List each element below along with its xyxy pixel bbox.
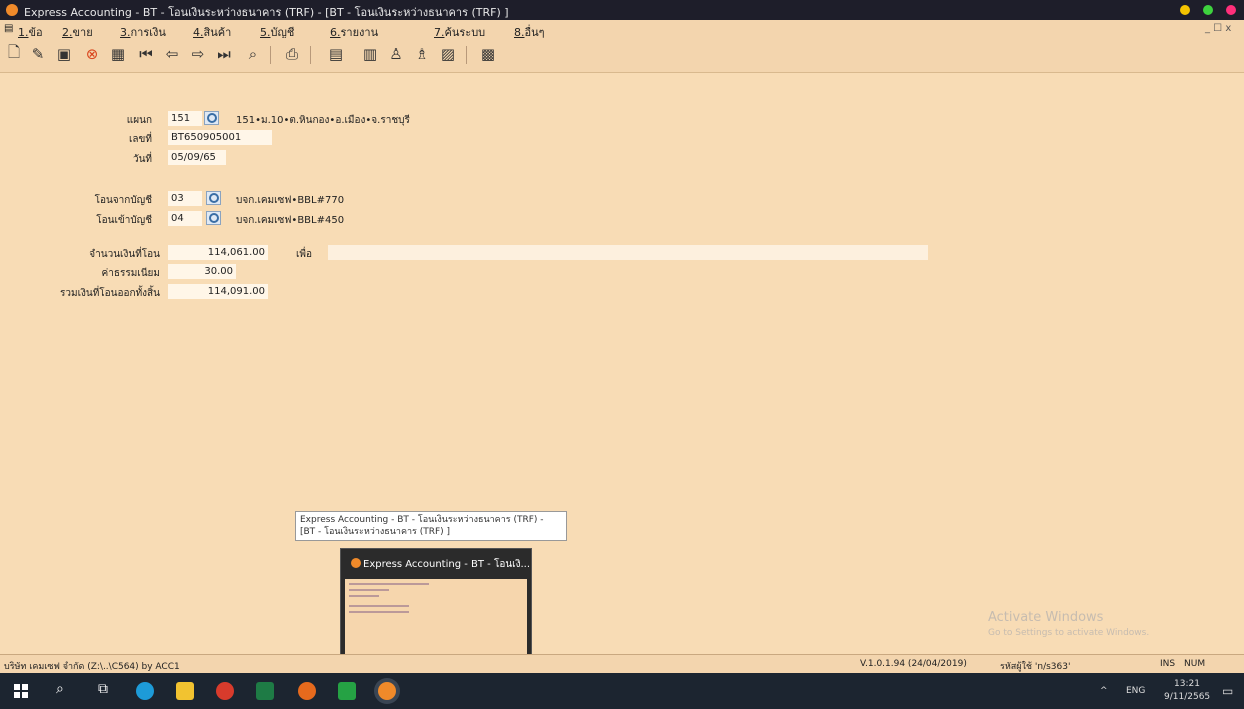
new-doc-icon[interactable]: 🗋 bbox=[4, 43, 24, 64]
next-record-icon[interactable]: ⇨ bbox=[188, 44, 208, 64]
delete-icon[interactable]: ⊗ bbox=[82, 44, 102, 64]
date-field[interactable]: 05/09/65 bbox=[168, 150, 226, 165]
mdi-window-buttons[interactable]: _ ☐ x bbox=[1205, 23, 1231, 34]
windows-taskbar: ⌕ ⧉ ^ ENG 13:21 9/11/2565 ▭ bbox=[0, 673, 1244, 709]
purpose-label: เพื่อ bbox=[296, 249, 313, 260]
preview-title-text: Express Accounting - BT - โอนเงิ... bbox=[363, 559, 531, 570]
amount-label: จำนวนเงินที่โอน bbox=[89, 249, 160, 260]
people-icon[interactable]: ♙ bbox=[386, 44, 406, 64]
menu-icon[interactable]: ▤ bbox=[4, 23, 13, 34]
status-bar: บริษัท เคมเซฟ จำกัด (Z:\..\C564) by ACC1… bbox=[0, 654, 1244, 674]
status-user: รหัสผู้ใช้ 'n/s363' bbox=[1000, 662, 1071, 672]
preview-title: Express Accounting - BT - โอนเงิ... bbox=[351, 557, 531, 572]
total-label: รวมเงินที่โอนออกทั้งสิ้น bbox=[60, 288, 160, 299]
minimize-dot-icon[interactable] bbox=[1180, 5, 1190, 15]
from-account-lookup-icon[interactable] bbox=[206, 191, 221, 205]
chrome-icon[interactable] bbox=[216, 682, 234, 700]
task-view-icon[interactable]: ⧉ bbox=[98, 681, 108, 697]
express-accounting-taskbar-icon[interactable] bbox=[378, 682, 396, 700]
fee-label: ค่าธรรมเนียม bbox=[101, 268, 160, 279]
start-icon[interactable] bbox=[14, 684, 28, 698]
edge-icon[interactable] bbox=[136, 682, 154, 700]
branch-description: 151•ม.10•ต.หินกอง•อ.เมือง•จ.ราชบุรี bbox=[236, 115, 410, 126]
window-title: Express Accounting - BT - โอนเงินระหว่าง… bbox=[24, 6, 509, 19]
first-record-icon[interactable]: ⏮ bbox=[136, 44, 156, 64]
attachment-icon[interactable]: ▨ bbox=[438, 44, 458, 64]
activate-windows-subtext: Go to Settings to activate Windows. bbox=[988, 628, 1150, 638]
to-account-description: บจก.เคมเซฟ•BBL#450 bbox=[236, 215, 345, 226]
calendar-icon[interactable]: ▥ bbox=[360, 44, 380, 64]
toolbar-separator bbox=[466, 46, 467, 64]
branch-label: แผนก bbox=[126, 115, 152, 126]
preview-app-icon bbox=[351, 558, 361, 568]
app-icon bbox=[6, 4, 18, 16]
excel-icon[interactable] bbox=[256, 682, 274, 700]
from-account-description: บจก.เคมเซฟ•BBL#770 bbox=[236, 195, 345, 206]
status-ins: INS bbox=[1160, 659, 1176, 669]
tooltip-line-1: Express Accounting - BT - โอนเงินระหว่าง… bbox=[300, 515, 544, 525]
purpose-field[interactable] bbox=[328, 245, 928, 260]
from-account-code-field[interactable]: 03 bbox=[168, 191, 202, 206]
print-icon[interactable]: ⎙ bbox=[282, 44, 302, 64]
total-field: 114,091.00 bbox=[168, 284, 268, 299]
from-account-label: โอนจากบัญชี bbox=[94, 195, 152, 206]
taskbar-tooltip: Express Accounting - BT - โอนเงินระหว่าง… bbox=[295, 511, 567, 541]
notifications-icon[interactable]: ▭ bbox=[1222, 684, 1233, 698]
menu-bar: ▤ 1.ข้อ 2.ขาย 3.การเงิน 4.สินค้า 5.บัญชี… bbox=[0, 20, 1244, 39]
user-settings-icon[interactable]: ♗ bbox=[412, 44, 432, 64]
fee-field[interactable]: 30.00 bbox=[168, 264, 236, 279]
to-account-label: โอนเข้าบัญชี bbox=[96, 215, 152, 226]
edit-icon[interactable]: ✎ bbox=[28, 44, 48, 64]
amount-field[interactable]: 114,061.00 bbox=[168, 245, 268, 260]
preview-icon[interactable]: ▤ bbox=[326, 44, 346, 64]
toolbar: 🗋 ✎ ▣ ⊗ ▦ ⏮ ⇦ ⇨ ⏭ ⌕ ⎙ ▤ ▥ ♙ ♗ ▨ ▩ bbox=[0, 38, 1244, 73]
branch-code-field[interactable]: 151 bbox=[168, 111, 202, 126]
calculator-icon[interactable]: ▦ bbox=[108, 44, 128, 64]
toolbar-separator bbox=[310, 46, 311, 64]
toolbar-separator bbox=[270, 46, 271, 64]
tooltip-line-2: [BT - โอนเงินระหว่างธนาคาร (TRF) ] bbox=[300, 527, 451, 537]
status-version: V.1.0.1.94 (24/04/2019) bbox=[860, 659, 967, 669]
to-account-code-field[interactable]: 04 bbox=[168, 211, 202, 226]
date-label: วันที่ bbox=[132, 154, 152, 165]
tray-chevron-icon[interactable]: ^ bbox=[1100, 686, 1108, 696]
previous-record-icon[interactable]: ⇦ bbox=[162, 44, 182, 64]
transfer-form: แผนก 151 151•ม.10•ต.หินกอง•อ.เมือง•จ.ราช… bbox=[0, 73, 1244, 654]
branch-lookup-icon[interactable] bbox=[204, 111, 219, 125]
doc-no-label: เลขที่ bbox=[129, 134, 152, 145]
status-num: NUM bbox=[1184, 659, 1206, 669]
file-explorer-icon[interactable] bbox=[176, 682, 194, 700]
green-app-icon[interactable] bbox=[338, 682, 356, 700]
title-bar: Express Accounting - BT - โอนเงินระหว่าง… bbox=[0, 0, 1244, 20]
clock-date[interactable]: 9/11/2565 bbox=[1164, 692, 1210, 702]
maximize-dot-icon[interactable] bbox=[1203, 5, 1213, 15]
export-icon[interactable]: ▩ bbox=[478, 44, 498, 64]
firefox-icon[interactable] bbox=[298, 682, 316, 700]
search-icon[interactable]: ⌕ bbox=[243, 44, 263, 64]
to-account-lookup-icon[interactable] bbox=[206, 211, 221, 225]
search-taskbar-icon[interactable]: ⌕ bbox=[56, 681, 64, 697]
status-company: บริษัท เคมเซฟ จำกัด (Z:\..\C564) by ACC1 bbox=[4, 662, 180, 672]
last-record-icon[interactable]: ⏭ bbox=[214, 44, 234, 64]
save-icon[interactable]: ▣ bbox=[54, 44, 74, 64]
activate-windows-watermark: Activate Windows bbox=[988, 610, 1104, 625]
close-dot-icon[interactable] bbox=[1226, 5, 1236, 15]
doc-no-field[interactable]: BT650905001 bbox=[168, 130, 272, 145]
language-indicator[interactable]: ENG bbox=[1126, 686, 1145, 696]
clock-time[interactable]: 13:21 bbox=[1174, 679, 1200, 689]
